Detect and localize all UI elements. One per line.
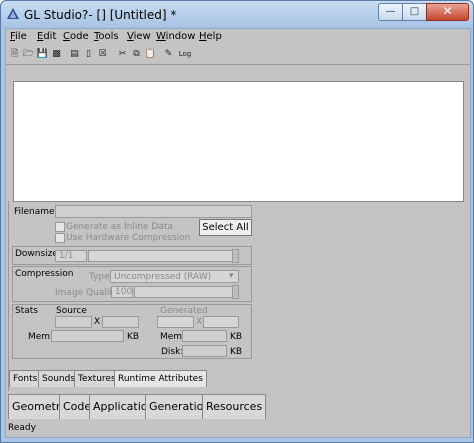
panel-divider bbox=[8, 201, 9, 391]
compression-label: Compression bbox=[15, 269, 74, 279]
source-height-field[interactable] bbox=[102, 316, 139, 328]
gl-studio-logo-icon bbox=[7, 8, 19, 19]
close-button[interactable]: ✕ bbox=[426, 3, 469, 21]
new-file-icon[interactable]: 🗎 bbox=[8, 48, 21, 61]
copy-page-icon[interactable]: ▯ bbox=[82, 48, 95, 61]
title-bar[interactable]: GL Studio?- [] [Untitled] * — □ ✕ bbox=[1, 1, 473, 27]
maximize-button[interactable]: □ bbox=[402, 3, 427, 21]
toolbar: 🗎 🗁 💾 ▩ ▤ ▯ ☒ ✂ ⧉ 📋 ✎ Log bbox=[6, 46, 470, 65]
type-value: Uncompressed (RAW) bbox=[114, 272, 212, 282]
paste-icon[interactable]: 📋 bbox=[144, 48, 157, 61]
source-x-label: X bbox=[94, 317, 101, 327]
menu-help[interactable]: Help bbox=[199, 31, 222, 42]
disk-field[interactable] bbox=[182, 345, 227, 357]
cut-icon[interactable]: ✂ bbox=[116, 48, 129, 61]
type-dropdown[interactable]: Uncompressed (RAW) ▾ bbox=[110, 270, 239, 283]
generated-height-field[interactable] bbox=[203, 316, 239, 328]
tab-runtime-attributes[interactable]: Runtime Attributes bbox=[114, 370, 207, 387]
generated-mem-field[interactable] bbox=[182, 330, 227, 342]
source-width-field[interactable] bbox=[55, 316, 92, 328]
image-quality-field[interactable]: 100 bbox=[111, 286, 133, 298]
menu-bar: File Edit Code Tools View Window Help bbox=[6, 29, 470, 45]
tab-sounds[interactable]: Sounds bbox=[38, 370, 80, 387]
source-kb-label: KB bbox=[127, 332, 140, 342]
image-quality-slider-thumb[interactable] bbox=[232, 285, 239, 299]
source-mem-label: Mem: bbox=[28, 332, 54, 342]
log-icon[interactable]: Log bbox=[176, 48, 194, 61]
menu-tools[interactable]: Tools bbox=[94, 31, 119, 42]
disk-kb-label: KB bbox=[230, 347, 243, 357]
save-icon[interactable]: 💾 bbox=[36, 48, 49, 61]
generated-x-label: X bbox=[196, 317, 203, 327]
generated-label: Generated bbox=[160, 306, 208, 316]
downsize-slider[interactable] bbox=[88, 250, 239, 262]
properties-icon[interactable]: ▤ bbox=[68, 48, 81, 61]
hardware-compression-label: Use Hardware Compression bbox=[66, 233, 191, 243]
generated-mem-kb-label: KB bbox=[230, 332, 243, 342]
menu-view[interactable]: View bbox=[127, 31, 151, 42]
filename-label: Filename: bbox=[14, 207, 58, 217]
delete-icon[interactable]: ☒ bbox=[96, 48, 109, 61]
downsize-label: Downsize bbox=[15, 249, 58, 259]
image-quality-label: Image Quality bbox=[55, 288, 119, 298]
type-label: Type bbox=[89, 272, 110, 282]
source-label: Source bbox=[56, 306, 87, 316]
generate-inline-label: Generate as Inline Data bbox=[66, 222, 173, 232]
menu-window[interactable]: Window bbox=[156, 31, 195, 42]
open-folder-icon[interactable]: 🗁 bbox=[22, 48, 35, 61]
stats-label: Stats bbox=[15, 306, 38, 316]
generated-width-field[interactable] bbox=[157, 316, 194, 328]
status-bar: Ready bbox=[8, 423, 36, 433]
disk-label: Disk: bbox=[161, 347, 184, 357]
app-window: GL Studio?- [] [Untitled] * — □ ✕ File E… bbox=[0, 0, 474, 443]
image-quality-slider[interactable] bbox=[134, 286, 239, 298]
downsize-slider-thumb[interactable] bbox=[232, 249, 239, 263]
downsize-value: 1/1 bbox=[59, 251, 74, 261]
downsize-value-field[interactable]: 1/1 bbox=[55, 250, 87, 262]
hardware-compression-checkbox[interactable] bbox=[55, 233, 65, 243]
window-title: GL Studio?- [] [Untitled] * bbox=[24, 8, 177, 22]
edit-icon[interactable]: ✎ bbox=[162, 48, 175, 61]
filename-field[interactable] bbox=[55, 205, 252, 218]
generate-inline-checkbox[interactable] bbox=[55, 222, 65, 232]
texture-preview-canvas[interactable] bbox=[13, 81, 464, 202]
menu-code[interactable]: Code bbox=[63, 31, 89, 42]
minimize-icon: — bbox=[385, 6, 396, 17]
save-all-icon[interactable]: ▩ bbox=[50, 48, 63, 61]
image-quality-value: 100 bbox=[115, 287, 133, 297]
menu-file[interactable]: File bbox=[10, 31, 27, 42]
close-icon: ✕ bbox=[442, 4, 453, 18]
minimize-button[interactable]: — bbox=[378, 3, 403, 21]
tab-fonts[interactable]: Fonts bbox=[9, 370, 42, 387]
tab-textures[interactable]: Textures bbox=[74, 370, 120, 387]
maximize-icon: □ bbox=[409, 6, 420, 17]
source-mem-field[interactable] bbox=[51, 330, 124, 342]
menu-edit[interactable]: Edit bbox=[37, 31, 56, 42]
select-all-button[interactable]: Select All bbox=[199, 219, 252, 236]
chevron-down-icon: ▾ bbox=[229, 271, 234, 281]
client-area: File Edit Code Tools View Window Help 🗎 … bbox=[5, 28, 471, 438]
tab-resources[interactable]: Resources bbox=[202, 394, 267, 419]
copy-icon[interactable]: ⧉ bbox=[130, 48, 143, 61]
